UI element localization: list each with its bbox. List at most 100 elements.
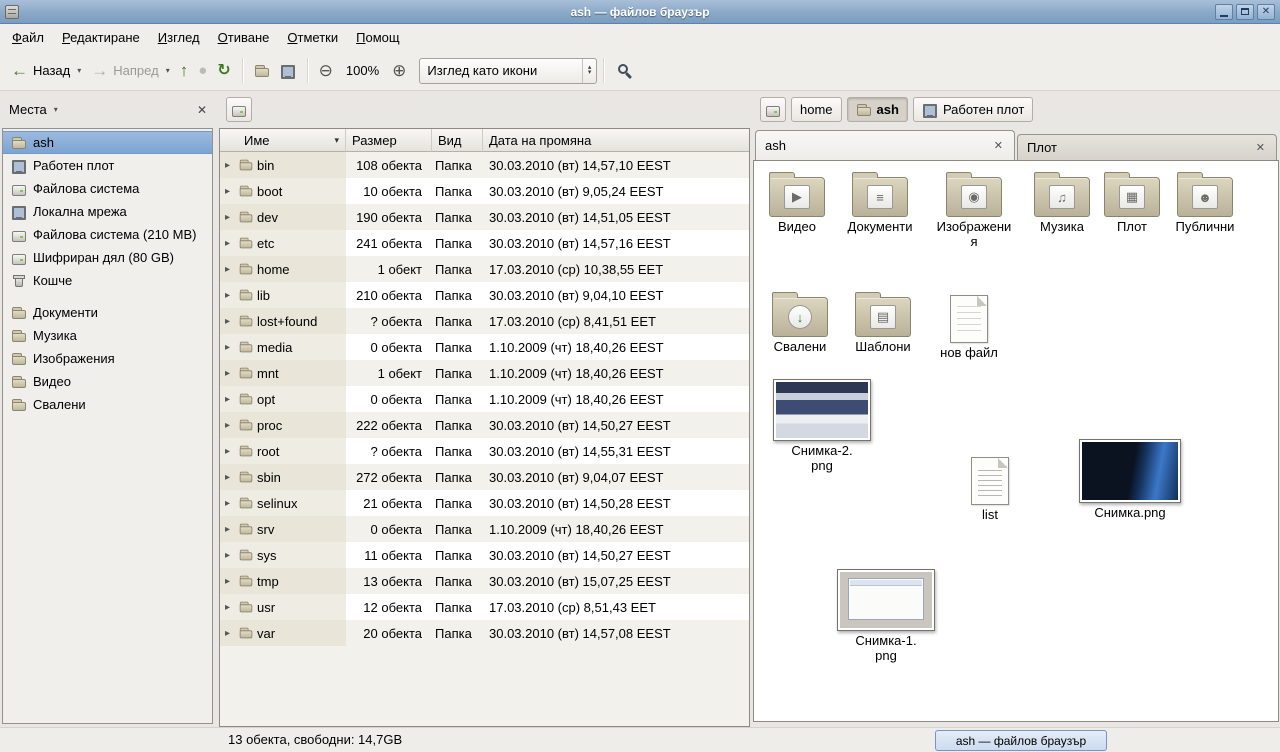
minimize-button[interactable] <box>1215 4 1233 20</box>
stop-button[interactable]: ● <box>193 59 212 82</box>
pathbar-home-button[interactable]: home <box>791 97 842 122</box>
computer-button[interactable] <box>275 59 301 83</box>
tab-ash[interactable]: ash ✕ <box>755 130 1015 160</box>
expander-icon[interactable]: ▸ <box>225 238 235 249</box>
table-row-dev[interactable]: ▸dev 190 обекта Папка 30.03.2010 (вт) 14… <box>220 204 749 230</box>
table-row-etc[interactable]: ▸etc 241 обекта Папка 30.03.2010 (вт) 14… <box>220 230 749 256</box>
sidebar-item-video[interactable]: Видео <box>3 370 212 393</box>
icon-pictures[interactable]: ◉ Изображения <box>934 169 1014 250</box>
expander-icon[interactable]: ▸ <box>225 264 235 275</box>
column-header-date[interactable]: Дата на промяна <box>483 129 749 152</box>
menu-view[interactable]: Изглед <box>149 24 209 51</box>
pathbar-filesystem-button[interactable] <box>226 97 252 122</box>
table-row-media[interactable]: ▸media 0 обекта Папка 1.10.2009 (чт) 18,… <box>220 334 749 360</box>
home-button[interactable] <box>249 59 275 83</box>
search-button[interactable] <box>610 58 639 83</box>
table-row-proc[interactable]: ▸proc 222 обекта Папка 30.03.2010 (вт) 1… <box>220 412 749 438</box>
sidebar-item-trash[interactable]: Кошче <box>3 269 212 292</box>
taskbar-window-button[interactable]: ash — файлов браузър <box>935 730 1107 751</box>
expander-icon[interactable]: ▸ <box>225 602 235 613</box>
expander-icon[interactable]: ▸ <box>225 316 235 327</box>
menu-go[interactable]: Отиване <box>209 24 279 51</box>
column-header-name[interactable]: Име ▾ <box>220 129 346 152</box>
expander-icon[interactable]: ▸ <box>225 472 235 483</box>
zoom-out-button[interactable]: ⊖ <box>314 58 338 83</box>
expander-icon[interactable]: ▸ <box>225 628 235 639</box>
sidebar-item-encrypted-partition[interactable]: Шифриран дял (80 GB) <box>3 246 212 269</box>
expander-icon[interactable]: ▸ <box>225 342 235 353</box>
sidebar-mode-chevron-icon[interactable]: ▾ <box>54 105 58 114</box>
sidebar-item-filesystem[interactable]: Файлова система <box>3 177 212 200</box>
table-row-home[interactable]: ▸home 1 обект Папка 17.03.2010 (ср) 10,3… <box>220 256 749 282</box>
expander-icon[interactable]: ▸ <box>225 446 235 457</box>
table-row-sbin[interactable]: ▸sbin 272 обекта Папка 30.03.2010 (вт) 9… <box>220 464 749 490</box>
tab-plot[interactable]: Плот ✕ <box>1017 134 1277 160</box>
table-row-selinux[interactable]: ▸selinux 21 обекта Папка 30.03.2010 (вт)… <box>220 490 749 516</box>
expander-icon[interactable]: ▸ <box>225 498 235 509</box>
menu-help[interactable]: Помощ <box>347 24 408 51</box>
close-button[interactable]: ✕ <box>1257 4 1275 20</box>
table-row-lib[interactable]: ▸lib 210 обекта Папка 30.03.2010 (вт) 9,… <box>220 282 749 308</box>
sidebar-item-filesystem-210mb[interactable]: Файлова система (210 MB) <box>3 223 212 246</box>
icon-desktop-folder[interactable]: ▦ Плот <box>1102 169 1162 235</box>
icon-snimka-1[interactable]: Снимка-1.png <box>834 569 938 664</box>
table-row-boot[interactable]: ▸boot 10 обекта Папка 30.03.2010 (вт) 9,… <box>220 178 749 204</box>
table-row-root[interactable]: ▸root ? обекта Папка 30.03.2010 (вт) 14,… <box>220 438 749 464</box>
column-header-size[interactable]: Размер <box>346 129 432 152</box>
forward-button[interactable]: → Напред ▾ <box>86 58 174 83</box>
sidebar-item-network[interactable]: Локална мрежа <box>3 200 212 223</box>
table-row-bin[interactable]: ▸bin 108 обекта Папка 30.03.2010 (вт) 14… <box>220 152 749 178</box>
expander-icon[interactable]: ▸ <box>225 394 235 405</box>
icon-new-file[interactable]: нов файл <box>930 289 1008 361</box>
menu-file[interactable]: Файл <box>3 24 53 51</box>
pathbar-filesystem-button[interactable] <box>760 97 786 122</box>
sidebar-item-ash[interactable]: ash <box>3 131 212 154</box>
sidebar-item-documents[interactable]: Документи <box>3 301 212 324</box>
pathbar-ash-button[interactable]: ash <box>847 97 908 122</box>
maximize-button[interactable] <box>1236 4 1254 20</box>
icon-music[interactable]: ♫ Музика <box>1022 169 1102 235</box>
reload-button[interactable]: ↻ <box>212 59 235 83</box>
expander-icon[interactable]: ▸ <box>225 550 235 561</box>
table-row-tmp[interactable]: ▸tmp 13 обекта Папка 30.03.2010 (вт) 15,… <box>220 568 749 594</box>
tab-close-icon[interactable]: ✕ <box>992 139 1005 152</box>
sidebar-title[interactable]: Места <box>9 102 47 117</box>
expander-icon[interactable]: ▸ <box>225 576 235 587</box>
icon-video[interactable]: ▶ Видео <box>760 169 834 235</box>
menu-bookmarks[interactable]: Отметки <box>278 24 347 51</box>
expander-icon[interactable]: ▸ <box>225 290 235 301</box>
back-button[interactable]: ← Назад ▾ <box>6 58 86 83</box>
sidebar-item-music[interactable]: Музика <box>3 324 212 347</box>
expander-icon[interactable]: ▸ <box>225 160 235 171</box>
table-row-lost-found[interactable]: ▸lost+found ? обекта Папка 17.03.2010 (с… <box>220 308 749 334</box>
icon-documents[interactable]: ≡ Документи <box>838 169 922 235</box>
icon-snimka[interactable]: Снимка.png <box>1076 439 1184 521</box>
expander-icon[interactable]: ▸ <box>225 368 235 379</box>
icon-public[interactable]: ☻ Публични <box>1164 169 1246 235</box>
icon-downloads[interactable]: ↓ Свалени <box>760 289 840 355</box>
table-row-mnt[interactable]: ▸mnt 1 обект Папка 1.10.2009 (чт) 18,40,… <box>220 360 749 386</box>
expander-icon[interactable]: ▸ <box>225 186 235 197</box>
pathbar-desktop-button[interactable]: Работен плот <box>913 97 1033 122</box>
view-mode-selector[interactable]: Изглед като икони ▴▾ <box>419 58 597 84</box>
table-row-opt[interactable]: ▸opt 0 обекта Папка 1.10.2009 (чт) 18,40… <box>220 386 749 412</box>
icon-snimka-2[interactable]: Снимка-2.png <box>770 379 874 474</box>
table-row-var[interactable]: ▸var 20 обекта Папка 30.03.2010 (вт) 14,… <box>220 620 749 646</box>
expander-icon[interactable]: ▸ <box>225 524 235 535</box>
table-row-sys[interactable]: ▸sys 11 обекта Папка 30.03.2010 (вт) 14,… <box>220 542 749 568</box>
icon-list-file[interactable]: list <box>954 451 1026 523</box>
sidebar-close-button[interactable]: ✕ <box>197 103 207 117</box>
sidebar-item-pictures[interactable]: Изображения <box>3 347 212 370</box>
sidebar-item-downloads[interactable]: Свалени <box>3 393 212 416</box>
tab-close-icon[interactable]: ✕ <box>1254 141 1267 154</box>
expander-icon[interactable]: ▸ <box>225 420 235 431</box>
zoom-in-button[interactable]: ⊕ <box>387 58 411 83</box>
menu-edit[interactable]: Редактиране <box>53 24 149 51</box>
table-row-usr[interactable]: ▸usr 12 обекта Папка 17.03.2010 (ср) 8,5… <box>220 594 749 620</box>
sidebar-item-desktop[interactable]: Работен плот <box>3 154 212 177</box>
expander-icon[interactable]: ▸ <box>225 212 235 223</box>
icon-templates[interactable]: ▤ Шаблони <box>842 289 924 355</box>
table-row-srv[interactable]: ▸srv 0 обекта Папка 1.10.2009 (чт) 18,40… <box>220 516 749 542</box>
column-header-type[interactable]: Вид <box>432 129 483 152</box>
up-button[interactable]: ↑ <box>175 58 194 83</box>
